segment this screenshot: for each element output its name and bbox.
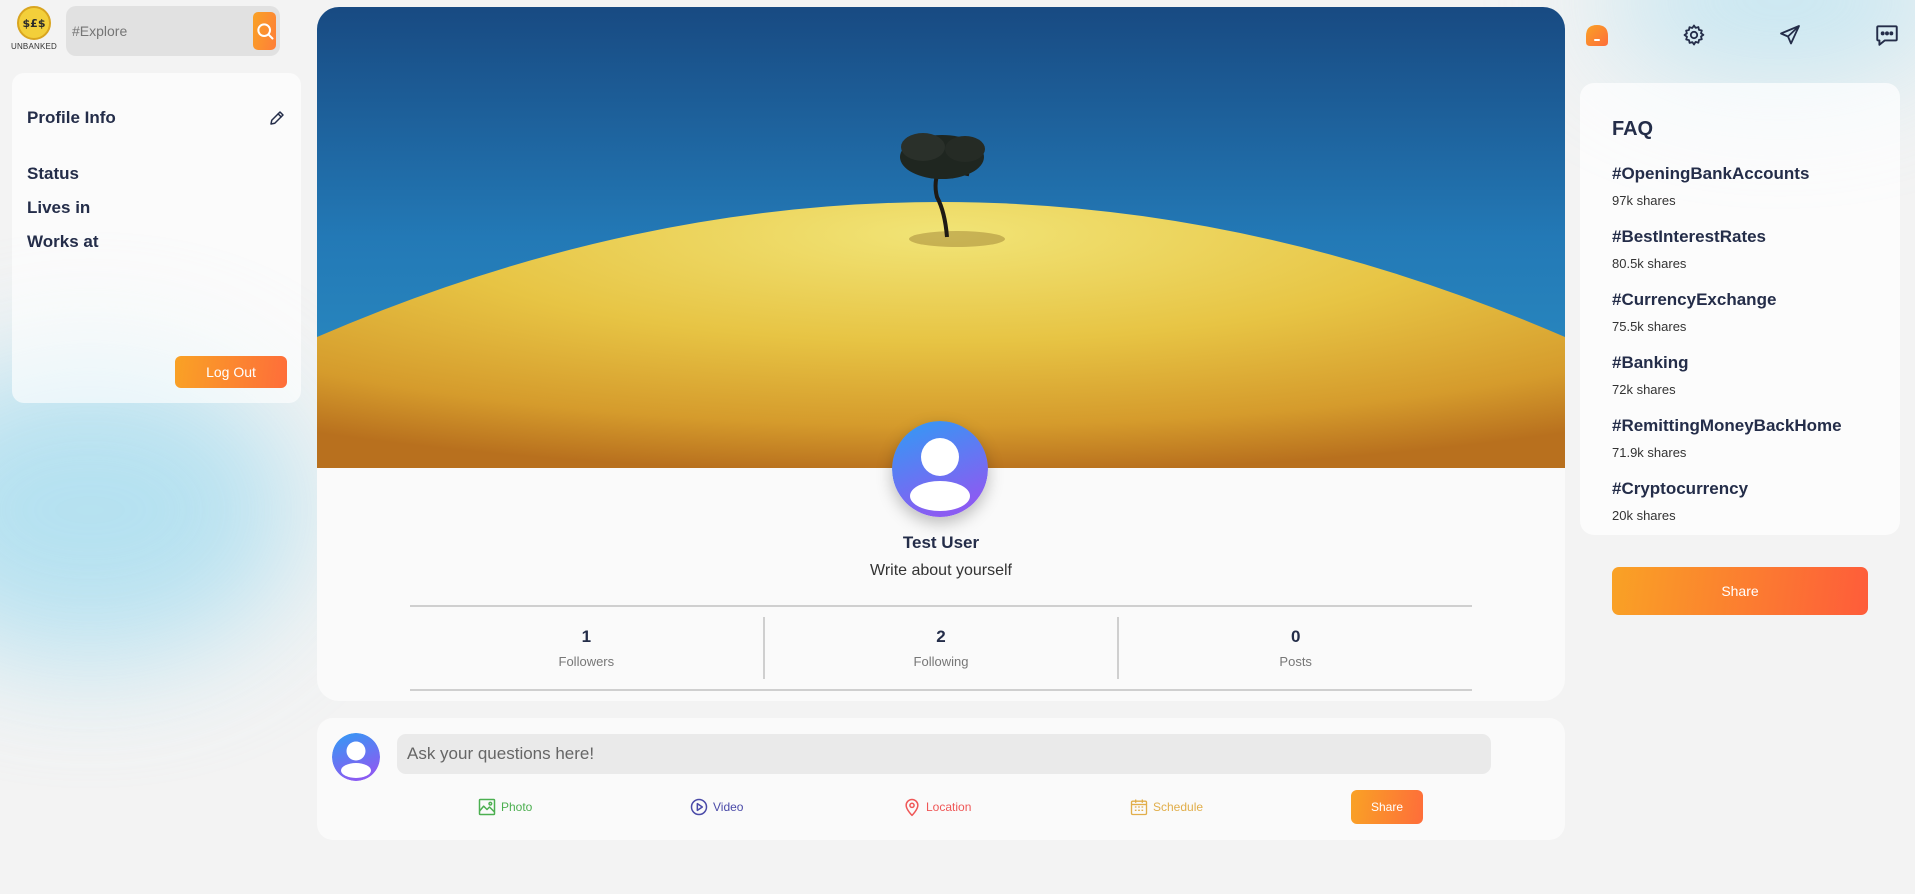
home-icon	[1586, 25, 1608, 46]
profile-avatar[interactable]	[892, 421, 988, 517]
logo[interactable]: $£$ UNBANKED	[10, 6, 58, 56]
trend-tag: #CurrencyExchange	[1612, 290, 1777, 309]
profile-name: Test User	[902, 533, 980, 552]
trend-item[interactable]: #CurrencyExchange 75.5k shares	[1612, 290, 1868, 334]
profile-works-at-label: Works at	[27, 232, 99, 251]
post-share-button[interactable]: Share	[1351, 790, 1423, 824]
search-button[interactable]	[253, 12, 276, 50]
trend-shares: 97k shares	[1612, 193, 1676, 208]
logo-mark: $£$	[17, 6, 51, 40]
user-avatar[interactable]	[332, 733, 380, 781]
profile-card: Test User Write about yourself 1 Followe…	[317, 7, 1565, 701]
location-label: Location	[926, 800, 972, 814]
home-nav[interactable]	[1580, 18, 1614, 52]
nav-icons	[1580, 0, 1904, 70]
settings-nav[interactable]	[1677, 18, 1711, 52]
profile-lives-in-label: Lives in	[27, 198, 91, 217]
video-label: Video	[713, 800, 744, 814]
trend-shares: 80.5k shares	[1612, 256, 1687, 271]
trend-tag: #Cryptocurrency	[1612, 479, 1749, 498]
trend-tag: #OpeningBankAccounts	[1612, 164, 1810, 183]
trend-shares: 71.9k shares	[1612, 445, 1687, 460]
post-share-card: Photo Video Location Schedule Share	[317, 718, 1565, 840]
stat-followers[interactable]: 1 Followers	[410, 617, 763, 679]
trend-item[interactable]: #Banking 72k shares	[1612, 353, 1868, 397]
stat-value: 0	[1290, 627, 1301, 646]
trend-shares: 20k shares	[1612, 508, 1676, 523]
gear-icon	[1683, 24, 1704, 46]
location-pin-icon	[905, 798, 919, 817]
photo-icon	[478, 798, 496, 816]
main-content: Test User Write about yourself 1 Followe…	[317, 7, 1565, 840]
video-option[interactable]: Video	[689, 797, 743, 817]
profile-info-header: Profile Info	[27, 108, 286, 128]
calendar-icon	[1130, 799, 1148, 816]
profile-status-label: Status	[27, 164, 79, 183]
profile-bio: Write about yourself	[870, 562, 1012, 579]
stat-posts[interactable]: 0 Posts	[1117, 617, 1472, 679]
messages-nav[interactable]	[1870, 18, 1904, 52]
stat-label: Posts	[1279, 654, 1312, 669]
stat-following[interactable]: 2 Following	[762, 617, 1118, 679]
faq-share-button[interactable]: Share	[1612, 567, 1868, 615]
logo-text: UNBANKED	[10, 42, 58, 51]
stat-value: 2	[936, 627, 946, 646]
photo-label: Photo	[501, 800, 533, 814]
faq-card: FAQ #OpeningBankAccounts 97k shares #Bes…	[1580, 83, 1900, 535]
pencil-icon[interactable]	[268, 109, 286, 127]
profile-stats: 1 Followers 2 Following 0 Posts	[410, 605, 1472, 691]
search-input[interactable]	[72, 23, 253, 39]
trend-shares: 75.5k shares	[1612, 319, 1687, 334]
search-box	[66, 6, 280, 56]
trend-item[interactable]: #OpeningBankAccounts 97k shares	[1612, 164, 1868, 208]
trend-item[interactable]: #BestInterestRates 80.5k shares	[1612, 227, 1868, 271]
send-icon	[1780, 25, 1801, 45]
trend-item[interactable]: #RemittingMoneyBackHome 71.9k shares	[1612, 416, 1868, 460]
profile-info-title: Profile Info	[27, 108, 116, 127]
stat-label: Following	[913, 654, 969, 669]
trend-tag: #RemittingMoneyBackHome	[1612, 416, 1842, 435]
trend-item[interactable]: #Cryptocurrency 20k shares	[1612, 479, 1868, 523]
right-sidebar: FAQ #OpeningBankAccounts 97k shares #Bes…	[1580, 0, 1904, 615]
profile-info-card: Profile Info Status Lives in Works at Lo…	[12, 73, 301, 403]
search-icon	[256, 23, 273, 40]
trend-tag: #Banking	[1612, 353, 1689, 372]
schedule-option[interactable]: Schedule	[1129, 797, 1203, 817]
faq-title: FAQ	[1612, 118, 1654, 140]
stat-value: 1	[581, 627, 592, 646]
chat-icon	[1876, 25, 1898, 46]
trend-shares: 72k shares	[1612, 382, 1676, 397]
play-circle-icon	[690, 798, 708, 816]
post-input[interactable]	[397, 734, 1491, 774]
stat-label: Followers	[558, 654, 615, 669]
cover-image	[317, 7, 1565, 468]
left-sidebar: $£$ UNBANKED Profile Info Status Lives i…	[10, 6, 302, 403]
schedule-label: Schedule	[1153, 800, 1204, 814]
logout-button[interactable]: Log Out	[175, 356, 287, 388]
send-nav[interactable]	[1773, 18, 1807, 52]
photo-option[interactable]: Photo	[477, 797, 532, 817]
location-option[interactable]: Location	[902, 797, 971, 817]
trend-tag: #BestInterestRates	[1612, 227, 1767, 246]
logo-search-bar: $£$ UNBANKED	[10, 6, 302, 56]
